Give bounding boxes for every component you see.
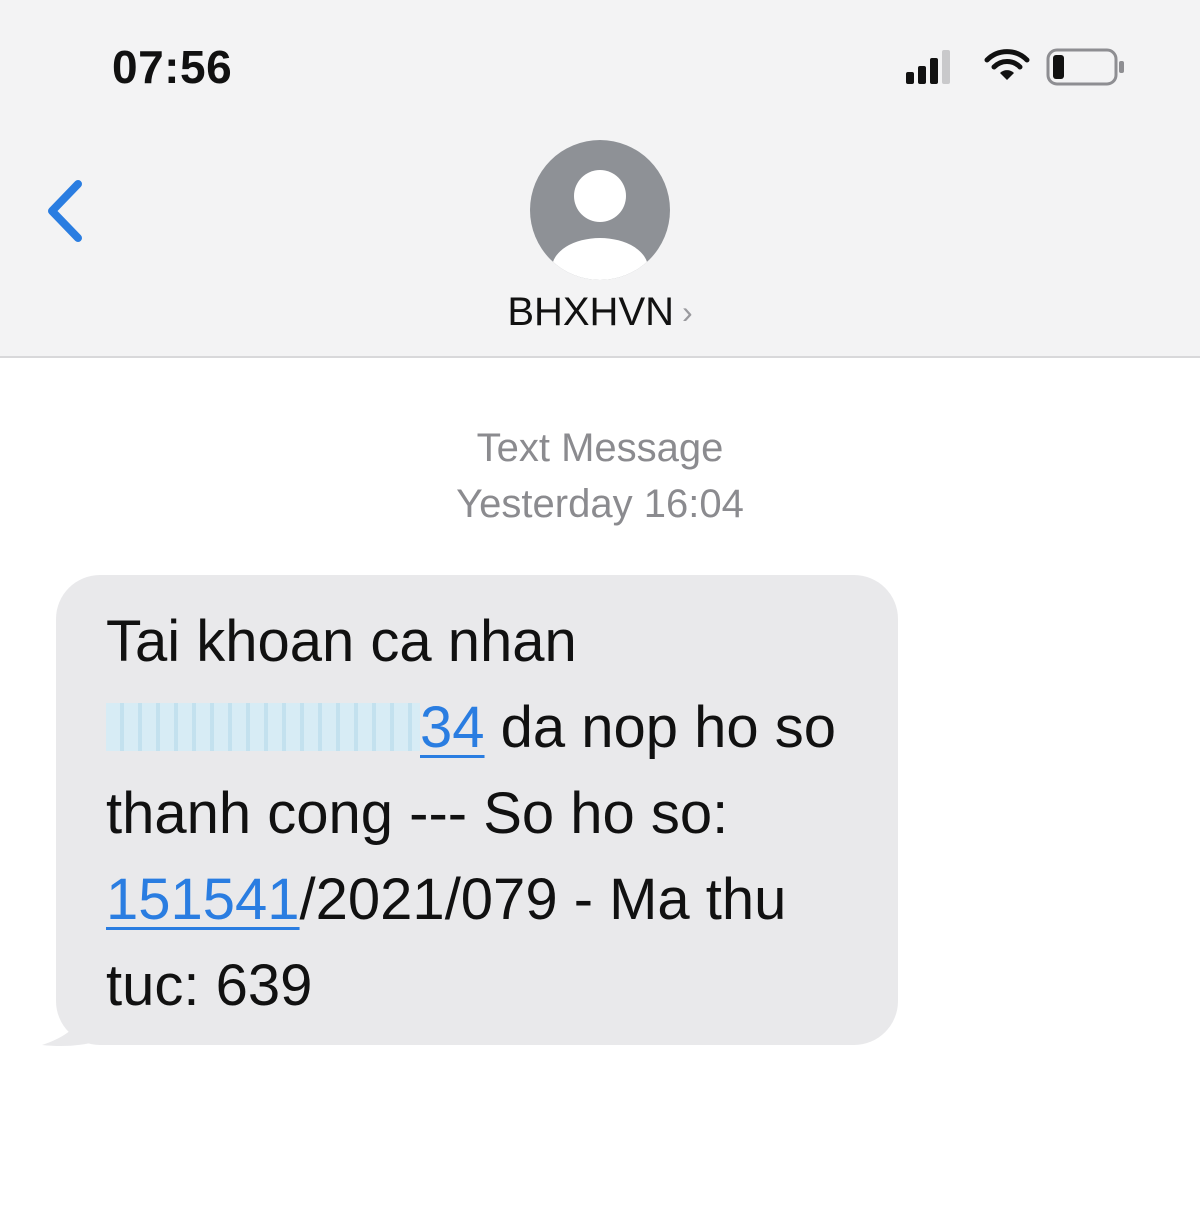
account-suffix: 34 — [420, 695, 485, 760]
person-icon — [552, 170, 648, 280]
message-line-3: thanh cong --- So ho so: — [106, 781, 729, 846]
message-after-account: da nop ho so — [484, 695, 837, 760]
contact-avatar[interactable] — [530, 140, 670, 280]
nav-header: 07:56 BHXHVN › — [0, 0, 1200, 358]
message-text: Tai khoan ca nhan 34 da nop ho so thanh … — [106, 599, 886, 1029]
wifi-icon — [984, 49, 1030, 80]
status-time: 07:56 — [112, 41, 233, 93]
back-button[interactable] — [38, 176, 94, 246]
message-record-rest: /2021/079 - Ma thu — [299, 867, 787, 932]
message-bubble-container: Tai khoan ca nhan 34 da nop ho so thanh … — [40, 575, 910, 1055]
chevron-left-icon — [48, 180, 82, 242]
message-type-label: Text Message — [476, 426, 724, 470]
record-number-link[interactable]: 151541 — [106, 867, 300, 932]
message-line-5: tuc: 639 — [106, 953, 313, 1018]
message-meta: Text Message Yesterday 16:04 — [0, 420, 1200, 532]
message-bubble[interactable]: Tai khoan ca nhan 34 da nop ho so thanh … — [56, 575, 898, 1045]
contact-name-button[interactable]: BHXHVN › — [0, 290, 1200, 335]
message-line-1: Tai khoan ca nhan — [106, 609, 577, 674]
contact-name: BHXHVN — [507, 290, 675, 334]
chevron-right-icon: › — [682, 294, 693, 330]
battery-icon — [1046, 48, 1124, 86]
redacted-account-digits — [106, 703, 420, 751]
account-number-link[interactable]: 34 — [106, 695, 485, 760]
message-timestamp: Yesterday 16:04 — [456, 482, 744, 526]
signal-icon — [906, 50, 950, 84]
